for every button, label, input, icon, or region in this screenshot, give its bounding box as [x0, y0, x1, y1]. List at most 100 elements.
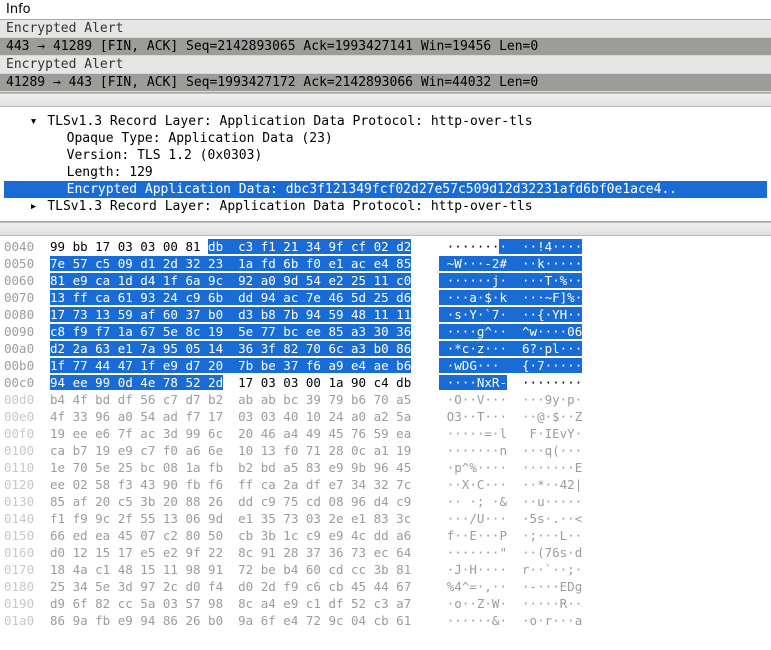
hex-row[interactable]: 017018 4a c1 48 15 11 98 91 72 be b4 60 …: [4, 561, 767, 578]
packet-details-tree: ▾ TLSv1.3 Record Layer: Application Data…: [0, 107, 771, 222]
hex-row[interactable]: 018025 34 5e 3d 97 2c d0 f4 d0 2d f9 c6 …: [4, 578, 767, 595]
packet-list-hscrollbar[interactable]: [0, 93, 771, 107]
hex-ascii: O3··T··· ··@·$··Z: [439, 409, 582, 424]
hex-offset: 0070: [4, 289, 50, 306]
packet-row[interactable]: Encrypted Alert: [0, 20, 771, 38]
hex-ascii-highlight: ···a·$·k ···~F]%·: [439, 290, 582, 305]
hex-offset: 00c0: [4, 374, 50, 391]
packet-row[interactable]: 443 → 41289 [FIN, ACK] Seq=2142893065 Ac…: [0, 38, 771, 56]
packet-row[interactable]: Encrypted Alert: [0, 56, 771, 74]
hex-bytes-highlight: 7e 57 c5 09 d1 2d 32 23 1a fd 6b f0 e1 a…: [50, 256, 411, 271]
hex-bytes-highlight: 94 ee 99 0d 4e 78 52 2d: [50, 375, 223, 390]
hex-offset: 00e0: [4, 408, 50, 425]
hex-ascii: ········: [507, 375, 582, 390]
hex-ascii-highlight: ~W···-2# ··k·····: [439, 256, 582, 271]
tree-label: Version: TLS 1.2 (0x0303): [67, 148, 263, 163]
tree-node-tls-record-2[interactable]: ▸ TLSv1.3 Record Layer: Application Data…: [4, 198, 767, 215]
hex-bytes-highlight: 17 73 13 59 af 60 37 b0 d3 b8 7b 94 59 4…: [50, 307, 411, 322]
hex-row[interactable]: 008017 73 13 59 af 60 37 b0 d3 b8 7b 94 …: [4, 306, 767, 323]
hex-ascii: ·······: [439, 239, 499, 254]
hex-bytes: 19 ee e6 7f ac 3d 99 6c 20 46 a4 49 45 7…: [50, 426, 411, 441]
hex-bytes-highlight: db c3 f1 21 34 9f cf 02 d2: [208, 239, 411, 254]
hex-offset: 01a0: [4, 612, 50, 629]
hex-bytes-highlight: 81 e9 ca 1d d4 1f 6a 9c 92 a0 9d 54 e2 2…: [50, 273, 411, 288]
hex-offset: 0090: [4, 323, 50, 340]
hex-ascii-highlight: ····NxR-: [439, 375, 507, 390]
hex-row[interactable]: 0120ee 02 58 f3 43 90 fb f6 ff ca 2a df …: [4, 476, 767, 493]
hex-ascii: ·· ·; ·& ··u·····: [439, 494, 582, 509]
hex-bytes: d9 6f 82 cc 5a 03 57 98 8c a4 e9 c1 df 5…: [50, 596, 411, 611]
hex-bytes: d0 12 15 17 e5 e2 9f 22 8c 91 28 37 36 7…: [50, 545, 411, 560]
hex-ascii: %4^=·,·· ·-···EDg: [439, 579, 582, 594]
hex-row[interactable]: 01a086 9a fb e9 94 86 26 b0 9a 6f e4 72 …: [4, 612, 767, 629]
hex-offset: 0150: [4, 527, 50, 544]
tree-node-version[interactable]: Version: TLS 1.2 (0x0303): [4, 147, 767, 164]
hex-row[interactable]: 015066 ed ea 45 07 c2 80 50 cb 3b 1c c9 …: [4, 527, 767, 544]
hex-row[interactable]: 00a0d2 2a 63 e1 7a 95 05 14 36 3f 82 70 …: [4, 340, 767, 357]
hex-ascii: ·······n ···q(···: [439, 443, 582, 458]
hex-row[interactable]: 0190d9 6f 82 cc 5a 03 57 98 8c a4 e9 c1 …: [4, 595, 767, 612]
hex-ascii: ······&· ·o·r···a: [439, 613, 582, 628]
hex-bytes: 17 03 03 00 1a 90 c4 db: [223, 375, 411, 390]
hex-bytes: ca b7 19 e9 c7 f0 a6 6e 10 13 f0 71 28 0…: [50, 443, 411, 458]
hex-bytes-highlight: 1f 77 44 47 1f e9 d7 20 7b be 37 f6 a9 e…: [50, 358, 411, 373]
hex-bytes-highlight: 13 ff ca 61 93 24 c9 6b dd 94 ac 7e 46 5…: [50, 290, 411, 305]
hex-row[interactable]: 00c094 ee 99 0d 4e 78 52 2d 17 03 03 00 …: [4, 374, 767, 391]
hex-ascii-highlight: ·*c·z··· 6?·pl···: [439, 341, 582, 356]
hex-bytes: 1e 70 5e 25 bc 08 1a fb b2 bd a5 83 e9 9…: [50, 460, 411, 475]
hex-row[interactable]: 0090c8 f9 f7 1a 67 5e 8c 19 5e 77 bc ee …: [4, 323, 767, 340]
hex-bytes: 86 9a fb e9 94 86 26 b0 9a 6f e4 72 9c 0…: [50, 613, 411, 628]
packet-row[interactable]: 41289 → 443 [FIN, ACK] Seq=1993427172 Ac…: [0, 74, 771, 92]
hex-row[interactable]: 0140f1 f9 9c 2f 55 13 06 9d e1 35 73 03 …: [4, 510, 767, 527]
tree-label: TLSv1.3 Record Layer: Application Data P…: [47, 114, 532, 129]
hex-offset: 0130: [4, 493, 50, 510]
tree-label: Length: 129: [67, 165, 153, 180]
hex-ascii: ··X·C··· ··*··42|: [439, 477, 582, 492]
expand-toggle-icon[interactable]: ▸: [27, 198, 39, 215]
hex-bytes: ee 02 58 f3 43 90 fb f6 ff ca 2a df e7 3…: [50, 477, 411, 492]
tree-node-encrypted-app-data[interactable]: Encrypted Application Data: dbc3f121349f…: [4, 181, 767, 198]
hex-offset: 00f0: [4, 425, 50, 442]
hex-ascii: ·J·H···· r··`··;·: [439, 562, 582, 577]
tree-node-length[interactable]: Length: 129: [4, 164, 767, 181]
hex-row[interactable]: 0160d0 12 15 17 e5 e2 9f 22 8c 91 28 37 …: [4, 544, 767, 561]
hex-bytes: 4f 33 96 a0 54 ad f7 17 03 03 40 10 24 a…: [50, 409, 411, 424]
hex-offset: 0180: [4, 578, 50, 595]
hex-row[interactable]: 00e04f 33 96 a0 54 ad f7 17 03 03 40 10 …: [4, 408, 767, 425]
hex-ascii-highlight: ·s·Y·`7· ··{·YH··: [439, 307, 582, 322]
hex-row[interactable]: 0100ca b7 19 e9 c7 f0 a6 6e 10 13 f0 71 …: [4, 442, 767, 459]
hex-offset: 0120: [4, 476, 50, 493]
hex-row[interactable]: 00f019 ee e6 7f ac 3d 99 6c 20 46 a4 49 …: [4, 425, 767, 442]
hex-offset: 0170: [4, 561, 50, 578]
hex-row[interactable]: 00507e 57 c5 09 d1 2d 32 23 1a fd 6b f0 …: [4, 255, 767, 272]
hex-row[interactable]: 013085 af 20 c5 3b 20 88 26 dd c9 75 cd …: [4, 493, 767, 510]
hex-ascii-highlight: ····g^·· ^w····06: [439, 324, 582, 339]
packet-list: Encrypted Alert 443 → 41289 [FIN, ACK] S…: [0, 20, 771, 93]
hex-bytes-highlight: c8 f9 f7 1a 67 5e 8c 19 5e 77 bc ee 85 a…: [50, 324, 411, 339]
tree-node-opaque-type[interactable]: Opaque Type: Application Data (23): [4, 130, 767, 147]
hex-offset: 0080: [4, 306, 50, 323]
hex-ascii-highlight: · ··!4····: [499, 239, 582, 254]
expand-toggle-icon[interactable]: ▾: [27, 113, 39, 130]
hex-offset: 0040: [4, 238, 50, 255]
hex-ascii: ·····=·l F·IEvY·: [439, 426, 582, 441]
hex-row[interactable]: 006081 e9 ca 1d d4 1f 6a 9c 92 a0 9d 54 …: [4, 272, 767, 289]
hex-bytes: 99 bb 17 03 03 00 81: [50, 239, 208, 254]
tree-node-tls-record[interactable]: ▾ TLSv1.3 Record Layer: Application Data…: [4, 113, 767, 130]
tree-label: TLSv1.3 Record Layer: Application Data P…: [47, 199, 532, 214]
hex-row[interactable]: 004099 bb 17 03 03 00 81 db c3 f1 21 34 …: [4, 238, 767, 255]
hex-row[interactable]: 01101e 70 5e 25 bc 08 1a fb b2 bd a5 83 …: [4, 459, 767, 476]
hex-offset: 00a0: [4, 340, 50, 357]
hex-offset: 0060: [4, 272, 50, 289]
hex-ascii-highlight: ·wDG··· {·7·····: [439, 358, 582, 373]
hex-row[interactable]: 00d0b4 4f bd df 56 c7 d7 b2 ab ab bc 39 …: [4, 391, 767, 408]
hex-bytes-highlight: d2 2a 63 e1 7a 95 05 14 36 3f 82 70 6c a…: [50, 341, 411, 356]
hex-view[interactable]: 004099 bb 17 03 03 00 81 db c3 f1 21 34 …: [0, 236, 771, 631]
tree-hscrollbar[interactable]: [0, 222, 771, 236]
hex-row[interactable]: 00b01f 77 44 47 1f e9 d7 20 7b be 37 f6 …: [4, 357, 767, 374]
hex-bytes: 25 34 5e 3d 97 2c d0 f4 d0 2d f9 c6 cb 4…: [50, 579, 411, 594]
hex-offset: 00b0: [4, 357, 50, 374]
info-column-header[interactable]: Info: [0, 0, 771, 20]
hex-ascii: ·p^%···· ·······E: [439, 460, 582, 475]
hex-row[interactable]: 007013 ff ca 61 93 24 c9 6b dd 94 ac 7e …: [4, 289, 767, 306]
